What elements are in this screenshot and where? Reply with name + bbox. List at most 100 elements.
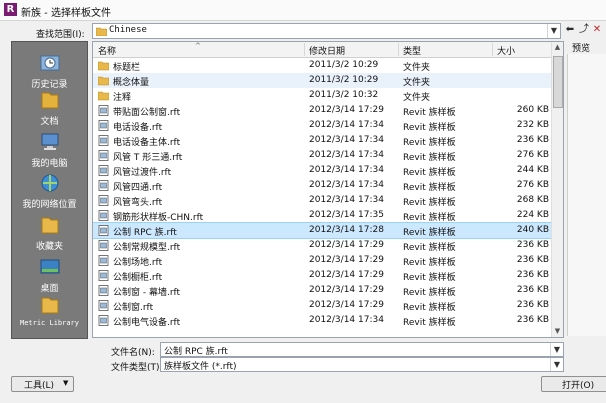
file-size: 268 KB	[516, 195, 549, 205]
file-size: 236 KB	[516, 240, 549, 250]
file-size: 276 KB	[516, 180, 549, 190]
place-documents[interactable]: 文档	[12, 89, 87, 127]
place-label: 收藏夹	[35, 242, 63, 252]
vertical-scrollbar[interactable]: ▲ ▼	[551, 42, 563, 337]
column-header: 名称 ^ 修改日期 类型 大小	[93, 42, 553, 58]
file-date: 2012/3/14 17:34	[309, 180, 384, 190]
scroll-up-icon[interactable]: ▲	[552, 42, 563, 53]
revit-template-file-icon	[98, 240, 109, 251]
file-size: 260 KB	[516, 105, 549, 115]
file-date: 2012/3/14 17:29	[309, 255, 384, 265]
column-divider[interactable]	[304, 43, 305, 56]
place-favorites[interactable]: 收藏夹	[12, 214, 87, 252]
chevron-down-icon: ▼	[63, 379, 69, 387]
file-size: 232 KB	[516, 120, 549, 130]
file-row[interactable]: 公制场地.rft 2012/3/14 17:29 Revit 族样板 236 KB	[93, 253, 553, 268]
favorites-folder-icon	[41, 217, 58, 234]
file-row[interactable]: 公制 RPC 族.rft 2012/3/14 17:28 Revit 族样板 240 …	[93, 222, 554, 239]
revit-template-file-icon	[98, 180, 109, 191]
file-row[interactable]: 公制窗.rft 2012/3/14 17:29 Revit 族样板 236 KB	[93, 298, 553, 313]
file-type: Revit 族样板	[403, 138, 456, 148]
file-row[interactable]: 电话设备主体.rft 2012/3/14 17:34 Revit 族样板 236 KB	[93, 133, 553, 148]
revit-template-file-icon	[98, 135, 109, 146]
revit-template-file-icon	[98, 225, 109, 236]
file-name: 公制常规模型.rft	[113, 243, 181, 253]
place-desktop[interactable]: 桌面	[12, 256, 87, 294]
up-folder-icon[interactable]: ⤴	[578, 24, 590, 36]
file-type: Revit 族样板	[403, 108, 456, 118]
file-row[interactable]: 注释 2011/3/2 10:32 文件夹	[93, 88, 553, 103]
place-history[interactable]: 历史记录	[12, 52, 87, 90]
lookin-combo[interactable]: Chinese ▼	[92, 23, 561, 39]
column-size[interactable]: 大小	[497, 44, 515, 57]
column-date[interactable]: 修改日期	[309, 44, 345, 57]
column-name[interactable]: 名称	[98, 44, 116, 57]
file-type: Revit 族样板	[403, 288, 456, 298]
place-computer[interactable]: 我的电脑	[12, 131, 87, 169]
computer-icon	[41, 133, 58, 150]
file-name: 公制场地.rft	[113, 258, 163, 268]
file-row[interactable]: 标题栏 2011/3/2 10:29 文件夹	[93, 58, 553, 73]
file-type: 文件夹	[403, 78, 431, 88]
file-row[interactable]: 带贴面公制窗.rft 2012/3/14 17:29 Revit 族样板 260 KB	[93, 103, 553, 118]
folder-icon	[98, 76, 109, 86]
file-date: 2012/3/14 17:29	[309, 270, 384, 280]
filetype-value: 族样板文件 (*.rft)	[164, 362, 237, 372]
window-title: 新族 - 选择样板文件	[21, 8, 111, 19]
file-row[interactable]: 风管四通.rft 2012/3/14 17:34 Revit 族样板 276 KB	[93, 178, 553, 193]
column-divider[interactable]	[492, 43, 493, 56]
chevron-down-icon[interactable]: ▼	[550, 343, 563, 356]
file-date: 2011/3/2 10:32	[309, 90, 379, 100]
file-date: 2012/3/14 17:35	[309, 210, 384, 220]
file-size: 244 KB	[516, 165, 549, 175]
file-row[interactable]: 风管 T 形三通.rft 2012/3/14 17:34 Revit 族样板 276 …	[93, 148, 553, 163]
file-type: Revit 族样板	[403, 258, 456, 268]
file-date: 2012/3/14 17:28	[309, 225, 384, 235]
file-type: Revit 族样板	[403, 213, 456, 223]
filename-input[interactable]: 公制 RPC 族.rft ▼	[160, 342, 564, 357]
file-row[interactable]: 公制橱柜.rft 2012/3/14 17:29 Revit 族样板 236 KB	[93, 268, 553, 283]
file-row[interactable]: 公制常规模型.rft 2012/3/14 17:29 Revit 族样板 236 KB	[93, 238, 553, 253]
file-type: Revit 族样板	[403, 168, 456, 178]
place-network[interactable]: 我的网络位置	[12, 172, 87, 210]
scrollbar-thumb[interactable]	[553, 56, 563, 108]
file-row[interactable]: 风管过渡件.rft 2012/3/14 17:34 Revit 族样板 244 KB	[93, 163, 553, 178]
file-size: 276 KB	[516, 150, 549, 160]
file-size: 236 KB	[516, 300, 549, 310]
places-bar: 历史记录 文档 我的电脑 我的网络位置 收藏夹 桌面 Metric Librar…	[11, 41, 88, 339]
title-bar: R 新族 - 选择样板文件	[0, 0, 606, 21]
file-size: 236 KB	[516, 285, 549, 295]
back-icon[interactable]: ⬅	[564, 24, 576, 36]
file-date: 2012/3/14 17:34	[309, 195, 384, 205]
file-row[interactable]: 公制窗 - 幕墙.rft 2012/3/14 17:29 Revit 族样板 236 …	[93, 283, 553, 298]
chevron-down-icon[interactable]: ▼	[550, 358, 563, 371]
delete-icon[interactable]: ✕	[591, 24, 603, 36]
filename-label: 文件名(N):	[111, 348, 155, 358]
filetype-select[interactable]: 族样板文件 (*.rft) ▼	[160, 357, 564, 372]
file-type: Revit 族样板	[403, 303, 456, 313]
file-row[interactable]: 概念体量 2011/3/2 10:29 文件夹	[93, 73, 553, 88]
file-type: Revit 族样板	[403, 153, 456, 163]
file-list[interactable]: 名称 ^ 修改日期 类型 大小 标题栏 2011/3/2 10:29 文件夹 概念体量…	[92, 41, 564, 338]
place-metric-library[interactable]: Metric Library	[12, 294, 87, 327]
file-row[interactable]: 风管弯头.rft 2012/3/14 17:34 Revit 族样板 268 KB	[93, 193, 553, 208]
revit-app-icon: R	[4, 3, 17, 16]
file-name: 公制电气设备.rft	[113, 318, 181, 328]
file-date: 2012/3/14 17:34	[309, 135, 384, 145]
file-row[interactable]: 公制电气设备.rft 2012/3/14 17:34 Revit 族样板 236 KB	[93, 313, 553, 328]
file-type: Revit 族样板	[403, 198, 456, 208]
open-button[interactable]: 打开(O)	[541, 376, 606, 392]
column-type[interactable]: 类型	[403, 44, 421, 57]
file-size: 236 KB	[516, 255, 549, 265]
tools-button[interactable]: 工具(L) ▼	[11, 376, 74, 392]
file-type: Revit 族样板	[403, 318, 456, 328]
file-row[interactable]: 钢筋形状样板-CHN.rft 2012/3/14 17:35 Revit 族样板 22…	[93, 208, 553, 223]
folder-icon	[98, 61, 109, 71]
scroll-down-icon[interactable]: ▼	[552, 326, 563, 337]
file-name: 公制 RPC 族.rft	[113, 228, 177, 238]
column-divider[interactable]	[398, 43, 399, 56]
file-name: 风管弯头.rft	[113, 198, 163, 208]
chevron-down-icon[interactable]: ▼	[547, 24, 560, 38]
file-name: 公制窗.rft	[113, 303, 154, 313]
file-row[interactable]: 电话设备.rft 2012/3/14 17:34 Revit 族样板 232 KB	[93, 118, 553, 133]
